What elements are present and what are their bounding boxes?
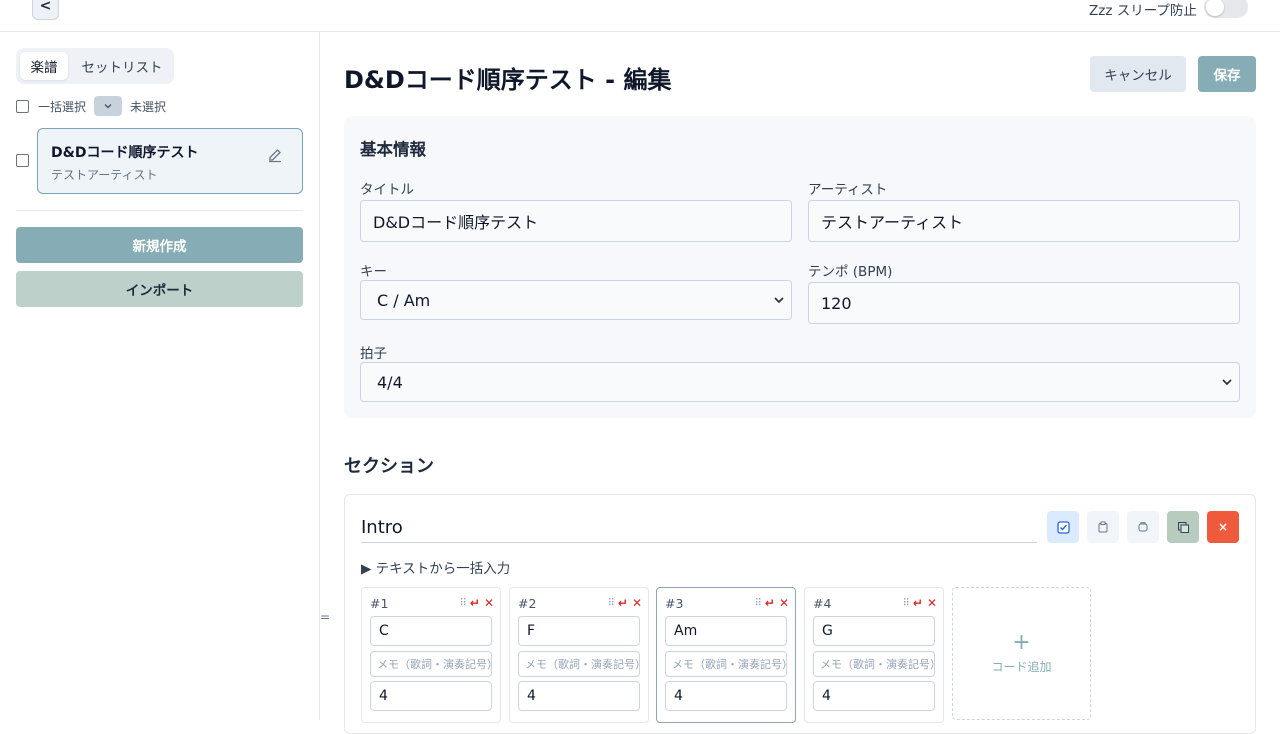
drag-grip-icon[interactable]: ⠿: [460, 598, 467, 609]
paste-section-button[interactable]: [1127, 511, 1159, 543]
sidebar: 楽譜 セットリスト 一括選択 未選択 D&Dコード順序テスト テストアーティスト…: [0, 32, 320, 720]
select-section-button[interactable]: [1047, 511, 1079, 543]
edit-icon[interactable]: [267, 147, 283, 163]
chord-input[interactable]: C: [370, 616, 492, 646]
page-title: D&Dコード順序テスト - 編集: [344, 66, 672, 94]
delete-section-button[interactable]: ×: [1207, 511, 1239, 543]
bulk-text-input-toggle[interactable]: ▶ テキストから一括入力: [361, 557, 510, 577]
paste-icon: [1138, 522, 1148, 532]
title-label: タイトル: [360, 182, 414, 198]
beats-input[interactable]: 4: [665, 681, 787, 711]
line-break-icon[interactable]: ↵: [765, 596, 775, 610]
key-label: キー: [360, 264, 387, 280]
plus-icon: +: [1012, 630, 1031, 655]
sidebar-tabs: 楽譜 セットリスト: [16, 48, 174, 84]
chord-number: #4: [813, 596, 832, 611]
sleep-prevention-label: Zzz スリープ防止: [1089, 3, 1197, 19]
section-name-input[interactable]: Intro: [361, 517, 1037, 543]
time-signature-value: 4/4: [377, 372, 403, 392]
chord-tools: ⠿ ↵ ✕: [903, 596, 937, 610]
duplicate-section-button[interactable]: [1167, 511, 1199, 543]
checkbox-icon: [1056, 520, 1070, 534]
bulk-select-dropdown[interactable]: [94, 96, 123, 116]
add-chord-button[interactable]: + コード追加: [952, 587, 1091, 720]
tab-setlist[interactable]: セットリスト: [72, 52, 172, 80]
basic-info-heading: 基本情報: [360, 140, 426, 159]
key-select-value: C / Am: [377, 290, 431, 310]
title-input[interactable]: D&Dコード順序テスト: [360, 200, 792, 242]
key-select[interactable]: C / Am: [360, 280, 792, 320]
chord-input[interactable]: Am: [665, 616, 787, 646]
chord-card: #2 ⠿ ↵ ✕ F メモ（歌詞・演奏記号） 4: [509, 587, 649, 723]
song-list-item[interactable]: D&Dコード順序テスト テストアーティスト: [37, 128, 303, 194]
chord-tools: ⠿ ↵ ✕: [755, 596, 789, 610]
chord-number: #2: [518, 596, 537, 611]
memo-input[interactable]: メモ（歌詞・演奏記号）: [813, 651, 935, 677]
beats-input[interactable]: 4: [518, 681, 640, 711]
chord-card: #4 ⠿ ↵ ✕ G メモ（歌詞・演奏記号） 4: [804, 587, 944, 723]
artist-input[interactable]: テストアーティスト: [808, 200, 1240, 242]
tab-scores[interactable]: 楽譜: [20, 52, 68, 80]
toggle-knob: [1206, 0, 1224, 16]
section-drag-handle[interactable]: =: [320, 610, 330, 624]
song-title: D&Dコード順序テスト: [51, 145, 199, 161]
save-button[interactable]: 保存: [1198, 56, 1256, 92]
clipboard-icon: [1098, 521, 1108, 533]
duplicate-icon: [1177, 521, 1189, 533]
artist-label: アーティスト: [808, 182, 888, 198]
chord-number: #3: [665, 596, 684, 611]
close-icon[interactable]: ✕: [779, 596, 789, 610]
line-break-icon[interactable]: ↵: [618, 596, 628, 610]
drag-grip-icon[interactable]: ⠿: [755, 598, 762, 609]
song-checkbox[interactable]: [16, 154, 29, 167]
song-artist: テストアーティスト: [51, 168, 158, 182]
chord-tools: ⠿ ↵ ✕: [608, 596, 642, 610]
time-signature-label: 拍子: [360, 346, 387, 362]
drag-grip-icon[interactable]: ⠿: [608, 598, 615, 609]
chevron-down-icon: [1222, 379, 1232, 386]
drag-grip-icon[interactable]: ⠿: [903, 598, 910, 609]
memo-input[interactable]: メモ（歌詞・演奏記号）: [370, 651, 492, 677]
beats-input[interactable]: 4: [370, 681, 492, 711]
sidebar-divider: [16, 210, 303, 211]
sleep-prevention-toggle[interactable]: [1204, 0, 1248, 18]
time-signature-select[interactable]: 4/4: [360, 362, 1240, 402]
chevron-down-icon: [104, 104, 112, 109]
bulk-select-row: 一括選択 未選択: [16, 96, 166, 116]
add-chord-label: コード追加: [991, 660, 1052, 674]
line-break-icon[interactable]: ↵: [913, 596, 923, 610]
chord-input[interactable]: G: [813, 616, 935, 646]
copy-section-button[interactable]: [1087, 511, 1119, 543]
bulk-select-checkbox[interactable]: [16, 99, 29, 113]
back-button[interactable]: <: [32, 0, 59, 20]
chevron-down-icon: [774, 297, 784, 304]
memo-input[interactable]: メモ（歌詞・演奏記号）: [665, 651, 787, 677]
chord-number: #1: [370, 596, 389, 611]
bulk-select-status: 未選択: [130, 99, 167, 114]
import-button[interactable]: インポート: [16, 271, 303, 307]
memo-input[interactable]: メモ（歌詞・演奏記号）: [518, 651, 640, 677]
basic-info-panel: 基本情報 タイトル D&Dコード順序テスト アーティスト テストアーティスト キ…: [344, 116, 1256, 418]
chord-card: #3 ⠿ ↵ ✕ Am メモ（歌詞・演奏記号） 4: [656, 587, 796, 723]
tempo-label: テンポ (BPM): [808, 264, 893, 280]
close-icon[interactable]: ✕: [632, 596, 642, 610]
close-icon[interactable]: ✕: [927, 596, 937, 610]
close-icon[interactable]: ✕: [484, 596, 494, 610]
sections-heading: セクション: [344, 456, 434, 477]
cancel-button[interactable]: キャンセル: [1090, 56, 1186, 92]
line-break-icon[interactable]: ↵: [470, 596, 480, 610]
tempo-input[interactable]: 120: [808, 282, 1240, 324]
beats-input[interactable]: 4: [813, 681, 935, 711]
bulk-select-label: 一括選択: [38, 99, 87, 114]
new-score-button[interactable]: 新規作成: [16, 227, 303, 263]
chord-tools: ⠿ ↵ ✕: [460, 596, 494, 610]
top-bar: < Zzz スリープ防止: [0, 0, 1280, 32]
chord-input[interactable]: F: [518, 616, 640, 646]
chord-card: #1 ⠿ ↵ ✕ C メモ（歌詞・演奏記号） 4: [361, 587, 501, 723]
